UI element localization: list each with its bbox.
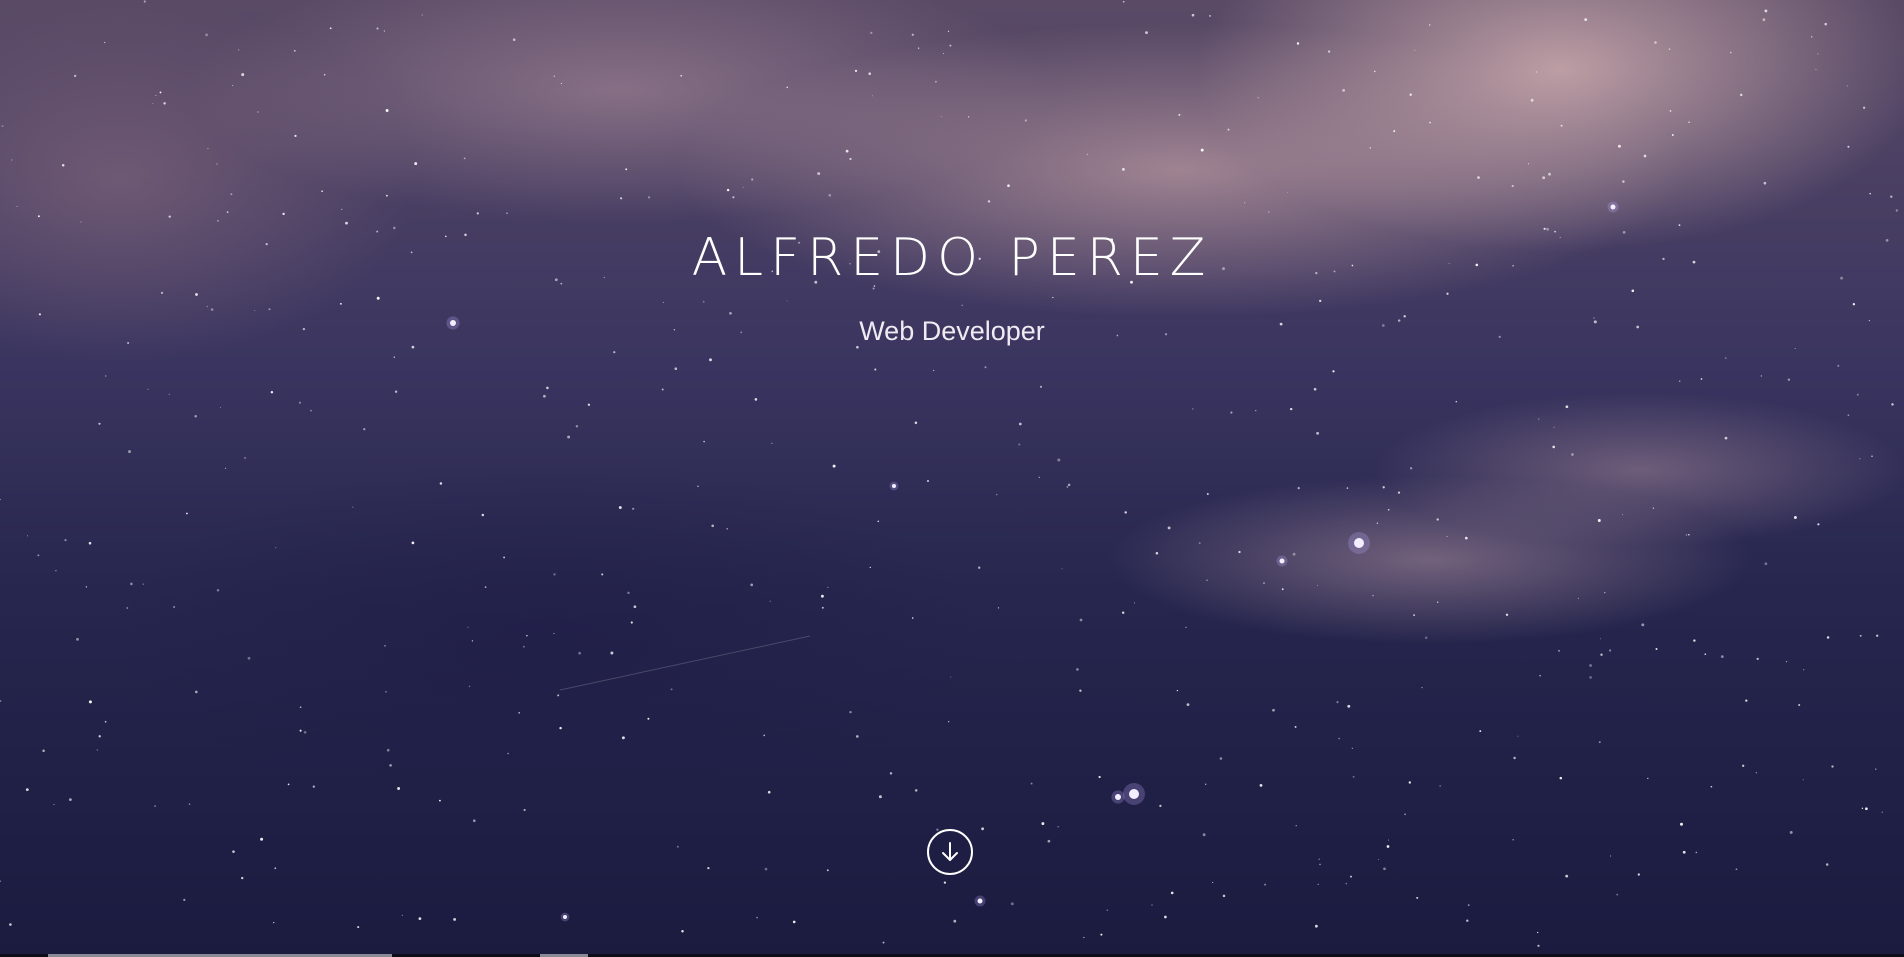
hero-title: ALFREDO PEREZ <box>691 228 1213 288</box>
hero-subtitle: Web Developer <box>859 316 1045 346</box>
starfield-background <box>0 0 1898 947</box>
arrow-down-icon <box>942 842 958 861</box>
hero-section: ALFREDO PEREZ Web Developer <box>0 0 1904 957</box>
hero-content: ALFREDO PEREZ Web Developer <box>0 228 1904 348</box>
scroll-down-button[interactable] <box>927 829 973 875</box>
